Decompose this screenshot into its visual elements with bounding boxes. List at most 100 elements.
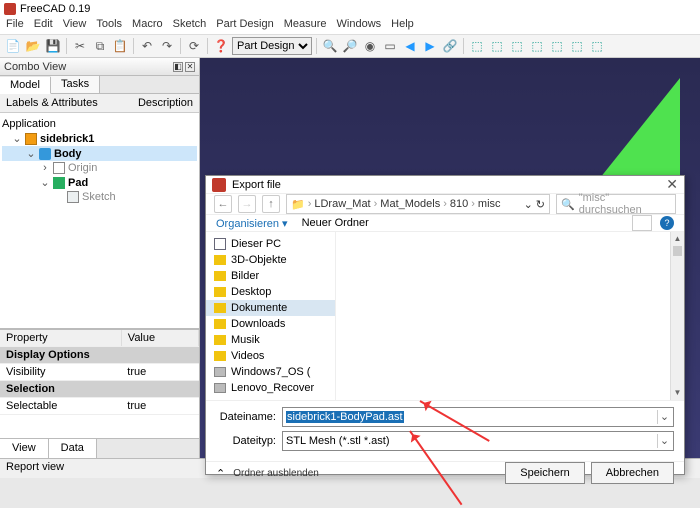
- panel-float-icon[interactable]: ◧: [173, 62, 183, 72]
- breadcrumb[interactable]: 📁› LDraw_Mat› Mat_Models› 810› misc ⌄ ↻: [286, 194, 550, 214]
- sidebar-item-downloads[interactable]: Downloads: [206, 316, 335, 332]
- whatsthis-icon[interactable]: ❓: [212, 37, 230, 55]
- nav-up-icon[interactable]: ↑: [262, 195, 280, 213]
- undo-icon[interactable]: ↶: [138, 37, 156, 55]
- chevron-down-icon[interactable]: ⌄: [657, 410, 671, 424]
- file-list-area[interactable]: ▲ ▼: [336, 232, 684, 400]
- panel-close-icon[interactable]: ✕: [185, 62, 195, 72]
- scroll-down-icon[interactable]: ▼: [671, 386, 684, 400]
- save-icon[interactable]: 💾: [44, 37, 62, 55]
- origin-icon: [53, 162, 65, 174]
- refresh-icon[interactable]: ↻: [536, 198, 545, 211]
- close-icon[interactable]: ✕: [666, 176, 678, 193]
- chevron-down-icon[interactable]: ⌄: [657, 434, 671, 448]
- view-top-icon[interactable]: ⬚: [508, 37, 526, 55]
- menu-edit[interactable]: Edit: [34, 18, 53, 34]
- filename-input[interactable]: sidebrick1-BodyPad.ast ⌄: [282, 407, 674, 427]
- scrollbar[interactable]: ▲ ▼: [670, 232, 684, 400]
- new-icon[interactable]: 📄: [4, 37, 22, 55]
- nav-right-icon[interactable]: ▶: [421, 37, 439, 55]
- sidebar-item-drive-recovery[interactable]: Lenovo_Recover: [206, 380, 335, 396]
- new-folder-button[interactable]: Neuer Ordner: [302, 217, 369, 229]
- zoom-sel-icon[interactable]: 🔎: [341, 37, 359, 55]
- open-icon[interactable]: 📂: [24, 37, 42, 55]
- link-icon[interactable]: 🔗: [441, 37, 459, 55]
- chevron-down-icon[interactable]: ⌄: [524, 198, 533, 211]
- search-input[interactable]: 🔍 "misc" durchsuchen: [556, 194, 676, 214]
- nav-forward-icon[interactable]: →: [238, 195, 256, 213]
- organize-menu[interactable]: Organisieren ▾: [216, 217, 288, 230]
- tree-body[interactable]: ⌄ Body: [2, 146, 197, 161]
- folder-icon: 📁: [291, 198, 305, 211]
- scroll-thumb[interactable]: [673, 246, 682, 256]
- tab-view[interactable]: View: [0, 439, 49, 458]
- tab-model[interactable]: Model: [0, 77, 51, 94]
- cancel-button[interactable]: Abbrechen: [591, 462, 674, 484]
- draw-style-icon[interactable]: ◉: [361, 37, 379, 55]
- expand-icon[interactable]: ⌄: [40, 176, 50, 189]
- menu-tools[interactable]: Tools: [96, 18, 122, 34]
- refresh-icon[interactable]: ⟳: [185, 37, 203, 55]
- prop-selectable: Selectable: [0, 398, 121, 415]
- hide-folders-link[interactable]: Ordner ausblenden: [233, 468, 319, 479]
- view-iso-icon[interactable]: ⬚: [468, 37, 486, 55]
- view-right-icon[interactable]: ⬚: [528, 37, 546, 55]
- folder-icon: [214, 271, 226, 281]
- tree-pad[interactable]: ⌄ Pad: [2, 175, 197, 190]
- folder-sidebar[interactable]: Dieser PC 3D-Objekte Bilder Desktop Doku…: [206, 232, 336, 400]
- expand-icon[interactable]: ⌄: [12, 132, 22, 145]
- menu-partdesign[interactable]: Part Design: [216, 18, 273, 34]
- model-tree[interactable]: Application ⌄ sidebrick1 ⌄ Body › Origin…: [0, 113, 199, 328]
- copy-icon[interactable]: ⧉: [91, 37, 109, 55]
- redo-icon[interactable]: ↷: [158, 37, 176, 55]
- sidebar-item-videos[interactable]: Videos: [206, 348, 335, 364]
- view-left-icon[interactable]: ⬚: [588, 37, 606, 55]
- tree-document[interactable]: ⌄ sidebrick1: [2, 131, 197, 146]
- prop-selectable-value[interactable]: true: [121, 398, 198, 415]
- expand-icon[interactable]: ⌄: [26, 147, 36, 160]
- zoom-fit-icon[interactable]: 🔍: [321, 37, 339, 55]
- tab-tasks[interactable]: Tasks: [51, 76, 100, 93]
- sidebar-item-this-pc[interactable]: Dieser PC: [206, 236, 335, 252]
- menu-help[interactable]: Help: [391, 18, 414, 34]
- sketch-icon: [67, 191, 79, 203]
- scroll-up-icon[interactable]: ▲: [671, 232, 684, 246]
- tree-origin[interactable]: › Origin: [2, 161, 197, 175]
- expand-icon[interactable]: ›: [40, 162, 50, 174]
- view-rear-icon[interactable]: ⬚: [548, 37, 566, 55]
- sidebar-item-pictures[interactable]: Bilder: [206, 268, 335, 284]
- expand-icon[interactable]: ⌃: [216, 467, 225, 480]
- menu-measure[interactable]: Measure: [284, 18, 327, 34]
- help-icon[interactable]: ?: [660, 216, 674, 230]
- workbench-select[interactable]: Part Design: [232, 37, 312, 55]
- menu-windows[interactable]: Windows: [337, 18, 382, 34]
- tab-data[interactable]: Data: [49, 439, 97, 458]
- view-front-icon[interactable]: ⬚: [488, 37, 506, 55]
- view-bottom-icon[interactable]: ⬚: [568, 37, 586, 55]
- cut-icon[interactable]: ✂: [71, 37, 89, 55]
- tree-application[interactable]: Application: [2, 117, 197, 131]
- menu-view[interactable]: View: [63, 18, 87, 34]
- filetype-label: Dateityp:: [216, 435, 276, 447]
- nav-back-icon[interactable]: ←: [214, 195, 232, 213]
- save-button[interactable]: Speichern: [505, 462, 585, 484]
- sidebar-item-documents[interactable]: Dokumente: [206, 300, 335, 316]
- nav-left-icon[interactable]: ◀: [401, 37, 419, 55]
- toolbar-separator: [66, 38, 67, 54]
- toolbar-separator: [180, 38, 181, 54]
- paste-icon[interactable]: 📋: [111, 37, 129, 55]
- bbox-icon[interactable]: ▭: [381, 37, 399, 55]
- sidebar-item-3d[interactable]: 3D-Objekte: [206, 252, 335, 268]
- menu-macro[interactable]: Macro: [132, 18, 163, 34]
- sidebar-item-drive-c[interactable]: Windows7_OS (: [206, 364, 335, 380]
- folder-icon: [214, 255, 226, 265]
- menu-file[interactable]: File: [6, 18, 24, 34]
- sidebar-item-music[interactable]: Musik: [206, 332, 335, 348]
- document-icon: [25, 133, 37, 145]
- dialog-navbar: ← → ↑ 📁› LDraw_Mat› Mat_Models› 810› mis…: [206, 194, 684, 215]
- view-options-icon[interactable]: [632, 215, 652, 231]
- prop-visibility-value[interactable]: true: [121, 364, 198, 381]
- tree-sketch[interactable]: Sketch: [2, 190, 197, 204]
- menu-sketch[interactable]: Sketch: [173, 18, 207, 34]
- sidebar-item-desktop[interactable]: Desktop: [206, 284, 335, 300]
